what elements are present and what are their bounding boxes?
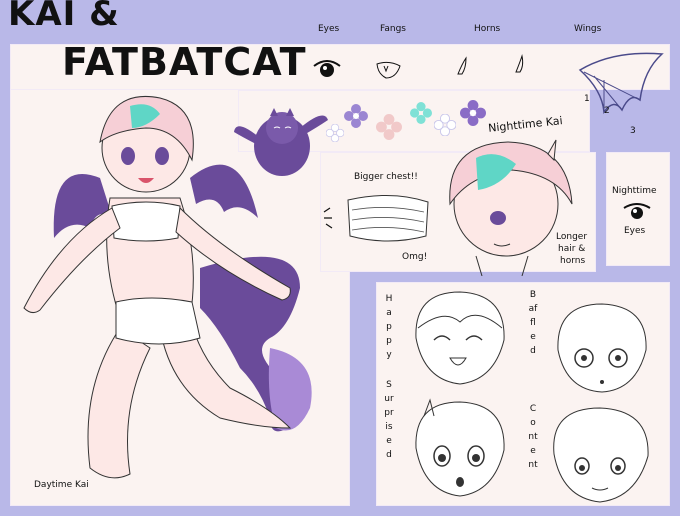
flower-decoration-5 [434,114,456,136]
flower-decoration-3 [376,114,402,140]
eyes-label: Eyes [318,24,340,34]
wing-number-2: 2 [604,106,610,116]
flower-decoration-6 [460,100,486,126]
title-line-1: KAI & [8,0,120,34]
chest-sketch [323,195,429,242]
wings-label: Wings [574,24,602,34]
hair-and-label: hair & [558,244,586,254]
nighttime-label: Nighttime [612,186,657,196]
longer-label: Longer [556,232,588,242]
eye-sketch-icon [313,60,341,77]
baffled-face-sketch [557,303,647,393]
fang-sketch-icon [376,61,401,79]
nighttime-kai-head [449,139,573,276]
fangs-label: Fangs [380,24,406,34]
title-line-2: FATBATCAT [62,40,307,84]
omg-label: Omg! [402,252,428,262]
content-face-sketch [553,407,649,503]
daytime-kai-label: Daytime Kai [34,480,89,490]
horns-label: Horns [474,24,501,34]
wing-number-3: 3 [630,126,636,136]
content-label: Content [528,404,538,470]
flower-decoration-4 [410,102,432,124]
horns-note-label: horns [560,256,586,266]
nighttime-eye-icon [623,203,651,219]
surprised-label: Surprised [384,380,394,460]
bigger-chest-label: Bigger chest!! [354,172,418,182]
wing-sketch-icon [578,52,664,115]
daytime-kai-figure [23,96,312,479]
horn-sketch-icon [457,54,524,75]
flower-decoration-1 [344,104,368,128]
wing-number-1: 1 [584,94,590,104]
baffled-label: Baffled [528,290,538,356]
surprised-face-sketch [415,398,505,497]
character-sheet: KAI & FATBATCAT Eyes Fangs Horns Wings 1… [0,0,680,516]
nighttime-eyes-label: Eyes [624,226,646,236]
happy-face-sketch [415,291,505,385]
happy-label: Happy [385,294,393,360]
